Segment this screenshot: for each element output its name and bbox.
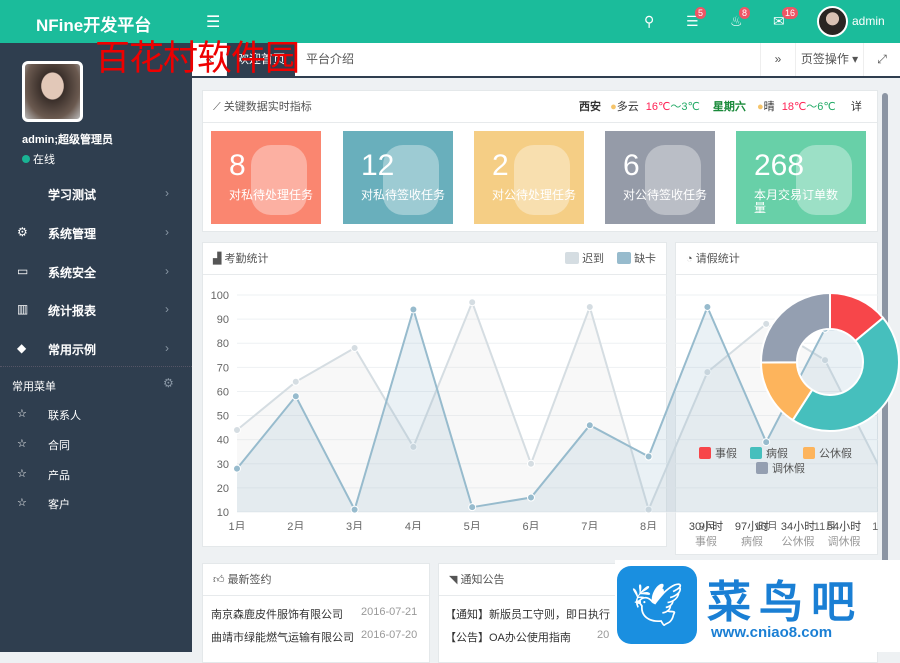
- y-tick-label: 40: [217, 435, 229, 447]
- leave-type: 公休假: [782, 534, 815, 548]
- data-point[interactable]: [762, 438, 771, 447]
- pie-legend-label: 调休假: [772, 461, 805, 475]
- data-point[interactable]: [291, 377, 300, 386]
- x-tick-label: 8月: [640, 521, 657, 533]
- y-tick-label: 10: [217, 507, 229, 519]
- y-tick-label: 60: [217, 386, 229, 398]
- y-tick-label: 70: [217, 362, 229, 374]
- data-point[interactable]: [880, 472, 887, 479]
- bird-logo-icon: 🕊︎: [617, 566, 697, 644]
- y-tick-label: 100: [211, 290, 229, 302]
- data-point[interactable]: [585, 421, 594, 430]
- y-tick-label: 80: [217, 338, 229, 350]
- leave-type: 事假: [695, 534, 717, 548]
- y-tick-label: 50: [217, 411, 229, 423]
- x-tick-label: 4月: [405, 521, 422, 533]
- data-point[interactable]: [703, 303, 712, 312]
- leave-type: 调休假: [828, 534, 861, 548]
- pie-legend-swatch: [803, 447, 815, 459]
- x-tick-label: 5月: [464, 521, 481, 533]
- pie-legend-label: 公休假: [819, 446, 852, 460]
- data-point[interactable]: [762, 319, 771, 328]
- leave-hours: 30小时: [689, 520, 723, 533]
- brand-watermark: 🕊︎ 菜鸟吧 www.cniao8.com: [615, 560, 900, 652]
- leave-hours: 34小时: [781, 520, 815, 533]
- x-tick-label: 1月: [228, 521, 245, 533]
- data-point[interactable]: [585, 303, 594, 312]
- data-point[interactable]: [233, 426, 241, 435]
- leave-hours: 54小时: [827, 520, 861, 533]
- data-point[interactable]: [468, 298, 477, 307]
- x-tick-label: 7月: [581, 521, 598, 533]
- data-point[interactable]: [527, 493, 535, 502]
- leave-hours: 97小时: [735, 520, 769, 533]
- charts-svg: 1月 2月 3月 4月 5月 6月 7月 8月 9月 10月 11月 12月1009080706050…: [211, 290, 900, 548]
- data-point[interactable]: [468, 503, 477, 512]
- brand-name: 菜鸟吧: [707, 577, 863, 628]
- x-tick-label: 12月: [872, 521, 895, 533]
- x-tick-label: 2月: [287, 521, 304, 533]
- y-tick-label: 30: [217, 459, 229, 471]
- leave-type: 病假: [741, 534, 763, 548]
- pie-legend-swatch: [756, 462, 768, 474]
- brand-url: www.cniao8.com: [711, 624, 833, 641]
- y-tick-label: 90: [217, 314, 229, 326]
- x-tick-label: 3月: [346, 521, 363, 533]
- watermark-text: 百花村软件园: [95, 39, 300, 79]
- data-point[interactable]: [291, 392, 300, 401]
- pie-legend-label: 病假: [766, 446, 788, 460]
- pie-legend-swatch: [750, 447, 762, 459]
- x-tick-label: 6月: [522, 521, 539, 533]
- pie-legend-swatch: [699, 447, 711, 459]
- data-point[interactable]: [233, 464, 241, 473]
- y-tick-label: 20: [217, 483, 229, 495]
- data-point[interactable]: [409, 305, 418, 314]
- data-point[interactable]: [350, 505, 359, 514]
- data-point[interactable]: [527, 459, 535, 468]
- pie-legend-label: 事假: [715, 446, 737, 460]
- data-point[interactable]: [350, 344, 359, 353]
- data-point[interactable]: [644, 452, 653, 461]
